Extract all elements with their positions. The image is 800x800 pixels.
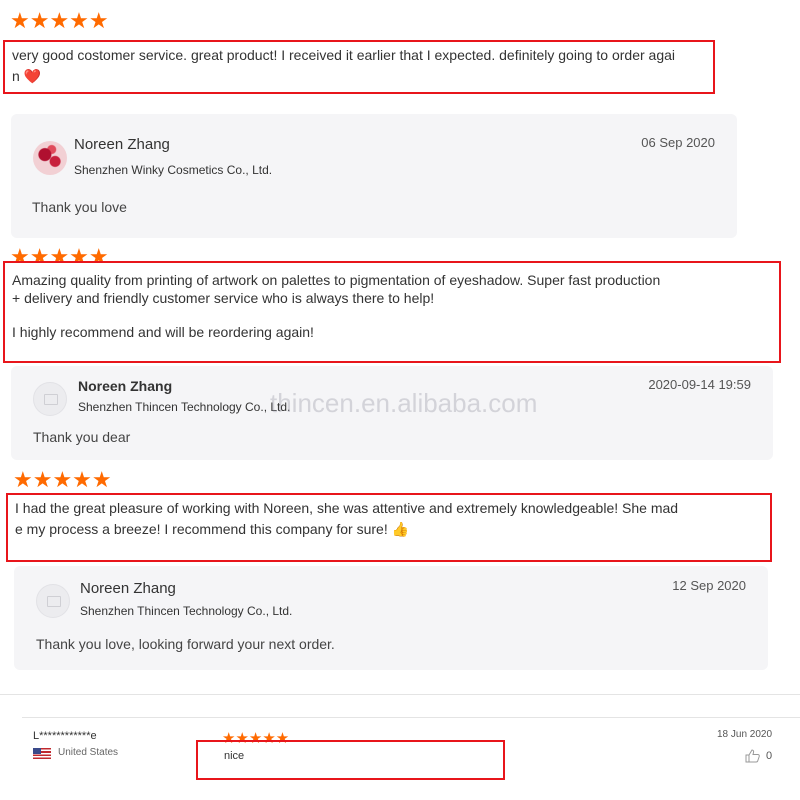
watermark: thincen.en.alibaba.com (270, 388, 538, 418)
reply-date: 06 Sep 2020 (641, 135, 715, 150)
reviewer-name: L************e (33, 730, 97, 742)
reply-company: Shenzhen Winky Cosmetics Co., Ltd. (74, 163, 273, 177)
seller-reply: Noreen Zhang Shenzhen Winky Cosmetics Co… (11, 114, 737, 238)
rating-stars: ★★★★★ (13, 467, 112, 492)
like-count: 0 (766, 750, 773, 762)
reply-author-name: Noreen Zhang (78, 378, 173, 394)
review-date: 18 Jun 2020 (717, 729, 773, 740)
thumbs-up-icon[interactable] (745, 749, 760, 766)
review-text-line: + delivery and friendly customer service… (12, 290, 435, 306)
reply-date: 2020-09-14 19:59 (648, 377, 751, 392)
review-text: Amazing quality from printing of artwork… (12, 271, 660, 341)
review-text-line: Amazing quality from printing of artwork… (12, 272, 661, 288)
section-divider (0, 694, 800, 695)
avatar (33, 382, 67, 416)
seller-reply: Noreen Zhang Shenzhen Thincen Technology… (14, 566, 768, 670)
review-text-line: I had the great pleasure of working with… (15, 500, 679, 516)
reply-text: Thank you love (32, 199, 127, 215)
reply-company: Shenzhen Thincen Technology Co., Ltd. (80, 604, 293, 618)
reply-text: Thank you dear (33, 429, 131, 445)
reviewer-country: United States (58, 747, 119, 758)
rating-stars: ★★★★★ (10, 8, 109, 33)
reply-author-name: Noreen Zhang (74, 136, 170, 153)
review-text-line: very good costomer service. great produc… (12, 47, 676, 63)
avatar (36, 584, 70, 618)
avatar (33, 141, 67, 175)
review-text: I had the great pleasure of working with… (15, 498, 678, 540)
thumbs-up-icon-svg (745, 749, 760, 763)
review-text-line (12, 307, 660, 323)
reply-company: Shenzhen Thincen Technology Co., Ltd. (78, 400, 291, 414)
row-divider (22, 717, 800, 718)
review-text: nice (224, 750, 245, 762)
reply-author-name: Noreen Zhang (80, 580, 176, 597)
review-text-line: n ❤️ (12, 68, 42, 84)
review-text: very good costomer service. great produc… (12, 45, 675, 87)
review-text-line: I highly recommend and will be reorderin… (12, 324, 314, 340)
review-text-line: e my process a breeze! I recommend this … (15, 521, 410, 537)
reply-text: Thank you love, looking forward your nex… (36, 636, 335, 652)
reply-date: 12 Sep 2020 (672, 578, 746, 593)
us-flag-icon (33, 748, 51, 759)
